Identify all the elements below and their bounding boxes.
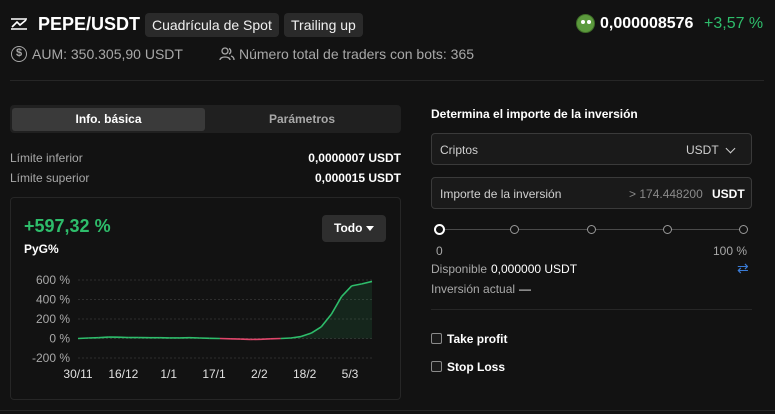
y-tick-label: 200 % <box>36 312 70 326</box>
lower-limit-value: 0,0000007 USDT <box>308 151 401 165</box>
caret-down-icon <box>366 226 374 231</box>
slider-step-50[interactable] <box>587 225 596 234</box>
y-tick-label: 600 % <box>36 273 70 287</box>
slider-step-100[interactable] <box>739 225 748 234</box>
investment-amount-unit: USDT <box>712 187 745 201</box>
slider-step-25[interactable] <box>510 225 519 234</box>
y-tick-label: 0 % <box>49 332 70 346</box>
bottom-divider <box>0 410 775 411</box>
x-tick-label: 2/2 <box>251 367 268 381</box>
y-tick-label: 400 % <box>36 293 70 307</box>
upper-limit-value: 0,000015 USDT <box>314 171 401 185</box>
pnl-value: +597,32 % <box>24 216 111 236</box>
range-dropdown[interactable]: Todo <box>322 215 386 242</box>
available-label: Disponible <box>431 262 488 276</box>
pair-title: PEPE/USDT <box>38 14 141 34</box>
slider-max-label: 100 % <box>713 244 748 258</box>
take-profit-label[interactable]: Take profit <box>447 332 507 346</box>
current-investment-label: Inversión actual <box>431 282 516 296</box>
x-tick-label: 18/2 <box>293 367 317 381</box>
crypto-select-value: USDT <box>686 143 719 157</box>
tab-basic-info[interactable]: Info. básica <box>12 108 205 131</box>
x-tick-label: 16/12 <box>108 367 138 381</box>
slider-step-75[interactable] <box>663 225 672 234</box>
header-divider <box>10 80 764 81</box>
stop-loss-label[interactable]: Stop Loss <box>447 360 505 374</box>
options-divider <box>431 309 752 310</box>
users-icon <box>219 47 235 61</box>
strategy-tag: Cuadrícula de Spot <box>145 13 279 37</box>
pepe-coin-icon <box>576 14 595 33</box>
pnl-line-chart: 600 % 400 % 200 % 0 % -200 % 30/11 16/12 1/1 17/… <box>32 273 373 381</box>
current-price: 0,000008576 <box>600 15 694 32</box>
grid-bot-icon <box>11 18 27 30</box>
tab-parameters[interactable]: Parámetros <box>205 108 399 131</box>
current-investment-value: — <box>519 282 531 296</box>
x-tick-label: 1/1 <box>160 367 177 381</box>
take-profit-checkbox[interactable] <box>431 333 442 344</box>
x-tick-label: 30/11 <box>63 367 92 381</box>
traders-count-text: Número total de traders con bots: 365 <box>239 46 475 62</box>
investment-amount-placeholder: > 174.448200 <box>629 187 703 201</box>
amount-slider-handle[interactable] <box>434 224 445 235</box>
available-value: 0,000000 USDT <box>491 262 578 276</box>
pnl-label: PyG% <box>24 242 59 256</box>
slider-min-label: 0 <box>436 244 443 258</box>
x-tick-label: 17/1 <box>202 367 226 381</box>
price-change: +3,57 % <box>704 15 764 32</box>
dollar-circle-icon: $ <box>11 46 27 62</box>
transfer-icon[interactable]: ⇄ <box>737 260 749 277</box>
y-tick-label: -200 % <box>32 351 70 365</box>
x-tick-label: 5/3 <box>342 367 359 381</box>
pnl-area <box>78 281 372 340</box>
upper-limit-label: Límite superior <box>10 171 90 185</box>
investment-amount-label: Importe de la inversión <box>440 187 562 201</box>
aum-text: AUM: 350.305,90 USDT <box>32 46 183 62</box>
pnl-line-segment <box>98 336 109 339</box>
stop-loss-checkbox[interactable] <box>431 361 442 372</box>
crypto-select-label: Criptos <box>440 143 479 157</box>
invest-title: Determina el importe de la inversión <box>431 107 638 121</box>
trailing-tag: Trailing up <box>284 13 363 37</box>
lower-limit-label: Límite inferior <box>10 151 83 165</box>
